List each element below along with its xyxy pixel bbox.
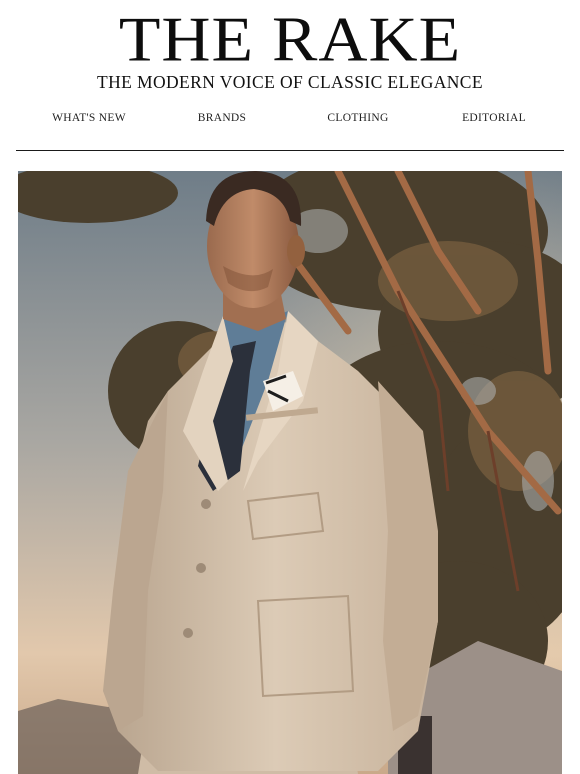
nav-item-whats-new[interactable]: WHAT'S NEW (52, 112, 126, 124)
header-divider (16, 150, 564, 151)
hero-image[interactable] (18, 171, 562, 774)
hero-photo-icon (18, 171, 562, 774)
logo[interactable]: THE RAKE (0, 4, 580, 75)
tagline: THE MODERN VOICE OF CLASSIC ELEGANCE (97, 72, 483, 92)
nav-item-brands[interactable]: BRANDS (198, 112, 246, 124)
nav-item-editorial[interactable]: EDITORIAL (462, 112, 526, 124)
main-nav: WHAT'S NEW BRANDS CLOTHING EDITORIAL (16, 112, 564, 132)
nav-item-clothing[interactable]: CLOTHING (327, 112, 388, 124)
masthead: THE RAKE THE MODERN VOICE OF CLASSIC ELE… (0, 0, 580, 100)
